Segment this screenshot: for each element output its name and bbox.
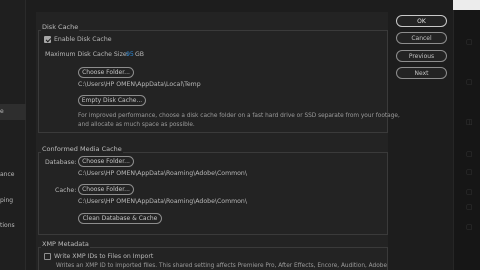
panel-icon: ▢	[466, 203, 473, 211]
max-disk-cache-unit: GB	[135, 51, 145, 58]
conformed-media-cache-title: Conformed Media Cache	[41, 145, 123, 153]
cache-label: Cache:	[55, 187, 77, 194]
disk-cache-title: Disk Cache	[41, 23, 80, 31]
panel-icon: ◫	[466, 118, 473, 126]
cache-path: C:\Users\HP OMEN\AppData\Roaming\Adobe\C…	[78, 198, 247, 205]
sidebar-item[interactable]: ance	[0, 171, 14, 178]
xmp-hint: Writes an XMP ID to imported files. This…	[56, 263, 388, 269]
database-path: C:\Users\HP OMEN\AppData\Roaming\Adobe\C…	[78, 170, 247, 177]
max-disk-cache-label: Maximum Disk Cache Size:	[45, 51, 129, 58]
ok-button[interactable]: OK	[396, 15, 447, 27]
cache-choose-folder-button[interactable]: Choose Folder...	[78, 184, 134, 195]
sidebar	[0, 0, 26, 270]
panel-icon: ▢	[466, 38, 473, 46]
cancel-button[interactable]: Cancel	[396, 32, 447, 44]
disk-cache-path: C:\Users\HP OMEN\AppData\Local\Temp	[78, 81, 201, 88]
max-disk-cache-value[interactable]: 95	[126, 51, 134, 58]
disk-cache-hint-line2: and allocate as much space as possible.	[78, 122, 195, 128]
clean-database-cache-button[interactable]: Clean Database & Cache	[78, 213, 162, 224]
background-title-bar	[453, 0, 480, 10]
empty-disk-cache-button[interactable]: Empty Disk Cache...	[78, 95, 146, 106]
panel-icon: ▢	[466, 150, 473, 158]
choose-folder-button[interactable]: Choose Folder...	[78, 67, 134, 78]
panel-icon: ▢	[466, 168, 473, 176]
panel-icon: ▢	[466, 78, 473, 86]
next-button[interactable]: Next	[396, 67, 447, 79]
database-choose-folder-button[interactable]: Choose Folder...	[78, 156, 134, 167]
enable-disk-cache-label: Enable Disk Cache	[54, 36, 112, 43]
write-xmp-ids-checkbox[interactable]	[44, 253, 51, 260]
sidebar-item[interactable]: ping	[0, 197, 13, 204]
enable-disk-cache-checkbox[interactable]	[44, 36, 51, 43]
sidebar-item[interactable]: tions	[0, 222, 15, 229]
sidebar-item[interactable]: e	[0, 108, 4, 115]
previous-button[interactable]: Previous	[396, 50, 447, 62]
panel-icon: ▢	[466, 223, 473, 231]
disk-cache-hint-line1: For improved performance, choose a disk …	[78, 113, 400, 119]
write-xmp-ids-label: Write XMP IDs to Files on Import	[54, 253, 154, 260]
panel-icon: ▢	[466, 188, 473, 196]
xmp-metadata-title: XMP Metadata	[41, 240, 90, 248]
database-label: Database:	[45, 159, 77, 166]
